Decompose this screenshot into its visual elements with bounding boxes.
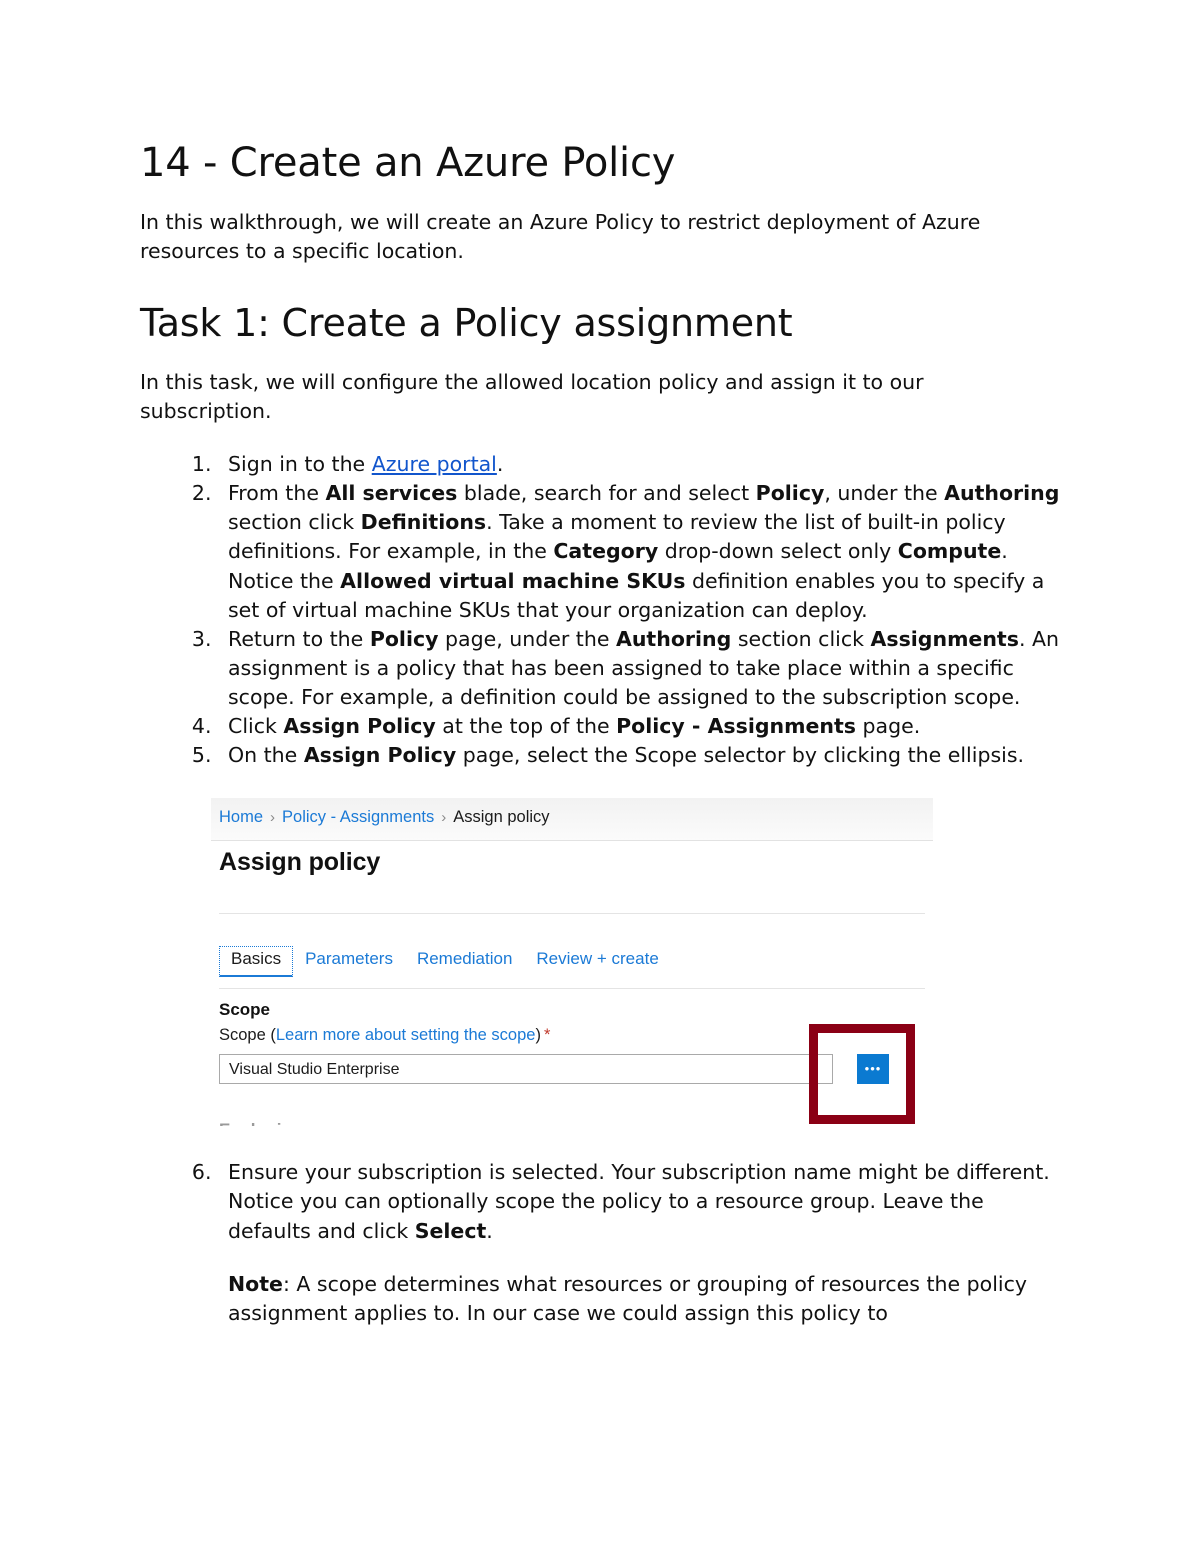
screenshot-page-title: Assign policy: [219, 848, 381, 877]
step-3-b1: Policy: [369, 626, 439, 651]
scope-ellipsis-button[interactable]: •••: [857, 1054, 889, 1085]
tab-review-create[interactable]: Review + create: [524, 946, 670, 977]
step-6-t2: .: [486, 1218, 493, 1243]
steps-list-1: Sign in to the Azure portal. From the Al…: [140, 450, 1060, 770]
breadcrumb-item-home[interactable]: Home: [219, 808, 263, 826]
divider-under-breadcrumb: [219, 913, 925, 915]
step-3-b2: Authoring: [615, 626, 732, 651]
ellipsis-icon: •••: [864, 1061, 882, 1077]
step-4-t1: Click: [228, 714, 284, 739]
step-3-b3: Assignments: [870, 626, 1019, 651]
intro-paragraph: In this walkthrough, we will create an A…: [140, 210, 981, 264]
note-paragraph: Note: A scope determines what resources …: [228, 1270, 1060, 1328]
scope-label-pre: Scope (: [219, 1026, 276, 1045]
scope-section-heading: Scope: [219, 1000, 271, 1020]
step-2-b7: Allowed virtual machine SKUs: [340, 568, 686, 593]
list-item-step-5: On the Assign Policy page, select the Sc…: [218, 741, 1060, 770]
scope-input[interactable]: Visual Studio Enterprise: [219, 1054, 833, 1085]
required-asterisk-icon: *: [543, 1026, 551, 1045]
step-2-t3: , under the: [824, 481, 945, 506]
step-5-t2: page, select the Scope selector by click…: [456, 743, 1025, 768]
step-5-b1: Assign Policy: [303, 743, 457, 768]
scope-label-post: ): [535, 1026, 541, 1045]
step-1-text-post: .: [496, 452, 504, 477]
step-3-t2: page, under the: [438, 626, 616, 651]
tab-parameters[interactable]: Parameters: [293, 946, 405, 977]
list-item-step-1: Sign in to the Azure portal.: [218, 450, 1060, 479]
scope-input-value: Visual Studio Enterprise: [229, 1061, 400, 1079]
list-item-step-4: Click Assign Policy at the top of the Po…: [218, 712, 1060, 741]
step-2-b3: Authoring: [944, 481, 1060, 506]
page-title: 14 - Create an Azure Policy: [140, 140, 676, 186]
steps-list-2: Ensure your subscription is selected. Yo…: [140, 1158, 1060, 1245]
step-3-t3: section click: [731, 626, 871, 651]
step-4-b2: Policy - Assignments: [616, 714, 856, 739]
step-2-b2: Policy: [755, 481, 825, 506]
tab-remediation[interactable]: Remediation: [405, 946, 524, 977]
step-2-t4: section click: [228, 510, 361, 535]
after-screenshot-content: Ensure your subscription is selected. Yo…: [140, 1158, 1060, 1328]
step-3-t1: Return to the: [228, 626, 370, 651]
step-2-b6: Compute: [897, 539, 1002, 564]
tab-basics[interactable]: Basics: [219, 946, 294, 978]
document-page: 14 - Create an Azure Policy In this walk…: [0, 0, 1200, 1553]
step-6-t1: Ensure your subscription is selected. Yo…: [228, 1160, 1050, 1243]
list-item-step-2: From the All services blade, search for …: [218, 479, 1060, 625]
breadcrumb-item-policy-assignments[interactable]: Policy - Assignments: [282, 808, 434, 826]
learn-more-scope-link[interactable]: Learn more about setting the scope: [276, 1026, 536, 1044]
step-2-t1: From the: [228, 481, 326, 506]
breadcrumb-item-current: Assign policy: [453, 808, 550, 827]
scope-field-label: Scope (Learn more about setting the scop…: [219, 1026, 550, 1045]
divider-under-title: [219, 988, 925, 990]
document-content: 14 - Create an Azure Policy In this walk…: [140, 140, 1060, 1328]
list-item-step-3: Return to the Policy page, under the Aut…: [218, 625, 1060, 712]
cut-off-section-label: Exclusions: [219, 1120, 314, 1126]
breadcrumb-separator-icon: ›: [270, 809, 276, 827]
step-2-t6: drop-down select only: [658, 539, 898, 564]
step-2-b4: Definitions: [360, 510, 487, 535]
breadcrumb: Home › Policy - Assignments › Assign policy: [219, 808, 550, 827]
list-item-step-6: Ensure your subscription is selected. Yo…: [218, 1158, 1060, 1245]
step-1-text-pre: Sign in to the: [228, 452, 372, 477]
section-heading-task1: Task 1: Create a Policy assignment: [140, 301, 793, 346]
breadcrumb-separator-icon-2: ›: [441, 809, 447, 827]
step-2-b1: All services: [325, 481, 458, 506]
note-label: Note: [228, 1271, 283, 1296]
tab-bar: Basics Parameters Remediation Review + c…: [219, 946, 671, 978]
step-2-b5: Category: [553, 539, 659, 564]
step-5-t1: On the: [228, 743, 304, 768]
section-intro-paragraph: In this task, we will configure the allo…: [140, 369, 924, 424]
step-4-t2: at the top of the: [435, 714, 617, 739]
embedded-screenshot-assign-policy: Home › Policy - Assignments › Assign policy …: [211, 798, 933, 1137]
azure-portal-link[interactable]: Azure portal: [372, 452, 497, 476]
step-4-b1: Assign Policy: [283, 714, 436, 739]
note-text: : A scope determines what resources or g…: [228, 1271, 1027, 1325]
step-2-t2: blade, search for and select: [457, 481, 756, 506]
step-6-b1: Select: [414, 1218, 487, 1243]
step-4-t3: page.: [856, 714, 921, 739]
